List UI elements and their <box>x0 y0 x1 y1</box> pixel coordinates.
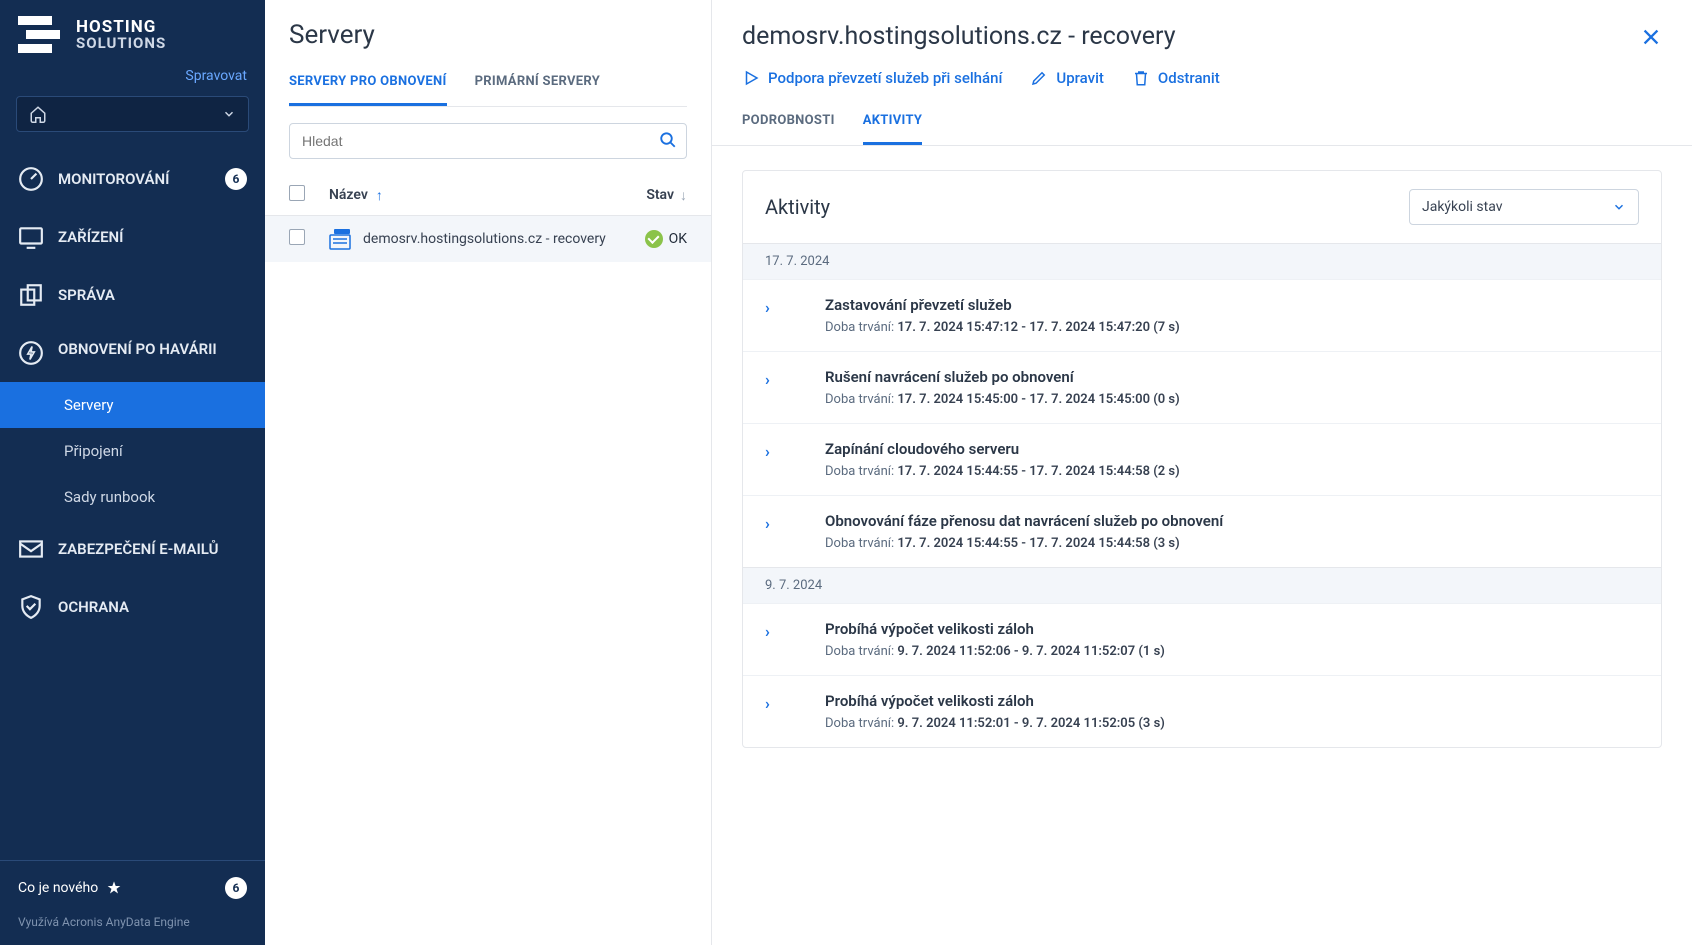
nav-label: MONITOROVÁNÍ <box>58 170 169 188</box>
tab-details[interactable]: PODROBNOSTI <box>742 101 835 145</box>
search-input[interactable] <box>289 123 687 159</box>
activity-row[interactable]: › Zastavování převzetí služeb Doba trvání:… <box>743 279 1661 351</box>
chevron-down-icon <box>1612 200 1626 214</box>
chevron-right-icon[interactable]: › <box>765 512 777 533</box>
activity-title: Probíhá výpočet velikosti záloh <box>825 620 1639 638</box>
nav-admin[interactable]: SPRÁVA <box>0 266 265 324</box>
checkbox-all[interactable] <box>289 185 305 201</box>
activity-row[interactable]: › Rušení navrácení služeb po obnovení Doba… <box>743 351 1661 423</box>
activity-duration: Doba trvání: 17. 7. 2024 15:44:55 - 17. … <box>825 464 1639 479</box>
detail-panel: demosrv.hostingsolutions.cz - recovery P… <box>712 0 1692 945</box>
card-title: Aktivity <box>765 195 830 219</box>
nav-label: OCHRANA <box>58 598 129 616</box>
whats-new-label: Co je nového <box>18 880 98 896</box>
nav-label: ZABEZPEČENÍ E-MAILŮ <box>58 540 218 558</box>
tab-primary-servers[interactable]: PRIMÁRNÍ SERVERY <box>475 74 600 106</box>
edit-button[interactable]: Upravit <box>1030 69 1104 87</box>
activity-title: Obnovování fáze přenosu dat navrácení sl… <box>825 512 1639 530</box>
activity-row[interactable]: › Obnovování fáze přenosu dat navrácení s… <box>743 495 1661 567</box>
nav-sub-runbooks[interactable]: Sady runbook <box>0 474 265 520</box>
chevron-right-icon[interactable]: › <box>765 620 777 641</box>
table-header: Název ↑ Stav ↓ <box>265 175 711 216</box>
chevron-right-icon[interactable]: › <box>765 692 777 713</box>
nav-label: SPRÁVA <box>58 286 115 304</box>
nav-email-security[interactable]: ZABEZPEČENÍ E-MAILŮ <box>0 520 265 578</box>
server-icon <box>329 228 353 250</box>
organization-select[interactable] <box>16 96 249 132</box>
sort-asc-icon: ↑ <box>376 187 383 204</box>
manage-link[interactable]: Spravovat <box>18 64 247 96</box>
whats-new[interactable]: Co je nového 6 <box>0 861 265 915</box>
gauge-icon <box>18 166 44 192</box>
activity-title: Rušení navrácení služeb po obnovení <box>825 368 1639 386</box>
table-row[interactable]: demosrv.hostingsolutions.cz - recovery O… <box>265 216 711 262</box>
activities-card: Aktivity Jakýkoli stav 17. 7. 2024 › Zasta… <box>742 170 1662 748</box>
star-icon <box>106 880 122 896</box>
nav-sub-connection[interactable]: Připojení <box>0 428 265 474</box>
activity-row[interactable]: › Zapínání cloudového serveru Doba trvání:… <box>743 423 1661 495</box>
nav-badge: 6 <box>225 168 247 190</box>
server-list-panel: Servery SERVERY PRO OBNOVENÍ PRIMÁRNÍ SE… <box>265 0 712 945</box>
mail-icon <box>18 536 44 562</box>
status-ok-icon <box>645 230 663 248</box>
close-icon[interactable] <box>1640 26 1662 48</box>
sort-desc-icon: ↓ <box>680 187 687 204</box>
sidebar: HOSTING SOLUTIONS Spravovat MONITOROVÁNÍ… <box>0 0 265 945</box>
activity-duration: Doba trvání: 9. 7. 2024 11:52:06 - 9. 7.… <box>825 644 1639 659</box>
chevron-right-icon[interactable]: › <box>765 368 777 389</box>
activity-duration: Doba trvání: 9. 7. 2024 11:52:01 - 9. 7.… <box>825 716 1639 731</box>
brand-line2: SOLUTIONS <box>76 36 166 51</box>
bolt-icon <box>18 340 44 366</box>
page-title: Servery <box>289 20 687 50</box>
nav-devices[interactable]: ZAŘÍZENÍ <box>0 208 265 266</box>
chevron-down-icon <box>222 107 236 121</box>
nav-disaster-recovery[interactable]: OBNOVENÍ PO HAVÁRII <box>0 324 265 382</box>
row-state: OK <box>669 231 687 247</box>
activity-title: Zastavování převzetí služeb <box>825 296 1639 314</box>
activity-title: Zapínání cloudového serveru <box>825 440 1639 458</box>
activity-duration: Doba trvání: 17. 7. 2024 15:44:55 - 17. … <box>825 536 1639 551</box>
activity-title: Probíhá výpočet velikosti záloh <box>825 692 1639 710</box>
nav-protection[interactable]: OCHRANA <box>0 578 265 636</box>
logo-icon <box>18 16 66 54</box>
home-icon <box>29 105 47 123</box>
nav-label: ZAŘÍZENÍ <box>58 228 124 246</box>
col-name[interactable]: Název ↑ <box>329 187 617 204</box>
pencil-icon <box>1030 69 1048 87</box>
failover-test-button[interactable]: Podpora převzetí služeb při selhání <box>742 69 1002 87</box>
shield-icon <box>18 594 44 620</box>
date-group: 9. 7. 2024 <box>743 567 1661 603</box>
chevron-right-icon[interactable]: › <box>765 440 777 461</box>
whats-new-badge: 6 <box>225 877 247 899</box>
copy-icon <box>18 282 44 308</box>
activity-row[interactable]: › Probíhá výpočet velikosti záloh Doba trv… <box>743 603 1661 675</box>
tab-recovery-servers[interactable]: SERVERY PRO OBNOVENÍ <box>289 74 447 106</box>
date-group: 17. 7. 2024 <box>743 243 1661 279</box>
chevron-right-icon[interactable]: › <box>765 296 777 317</box>
powered-by: Využívá Acronis AnyData Engine <box>0 915 265 945</box>
logo: HOSTING SOLUTIONS <box>18 16 247 54</box>
search-icon[interactable] <box>659 131 677 153</box>
nav-label: OBNOVENÍ PO HAVÁRII <box>58 340 217 358</box>
detail-title: demosrv.hostingsolutions.cz - recovery <box>742 22 1176 51</box>
state-filter-select[interactable]: Jakýkoli stav <box>1409 189 1639 225</box>
play-icon <box>742 69 760 87</box>
checkbox-row[interactable] <box>289 229 305 245</box>
tab-activities[interactable]: AKTIVITY <box>863 101 923 145</box>
col-state[interactable]: Stav ↓ <box>617 187 687 204</box>
monitor-icon <box>18 224 44 250</box>
row-name: demosrv.hostingsolutions.cz - recovery <box>363 231 606 247</box>
nav-monitoring[interactable]: MONITOROVÁNÍ 6 <box>0 150 265 208</box>
activity-duration: Doba trvání: 17. 7. 2024 15:45:00 - 17. … <box>825 392 1639 407</box>
delete-button[interactable]: Odstranit <box>1132 69 1220 87</box>
activity-duration: Doba trvání: 17. 7. 2024 15:47:12 - 17. … <box>825 320 1639 335</box>
activity-row[interactable]: › Probíhá výpočet velikosti záloh Doba trv… <box>743 675 1661 747</box>
nav-sub-servers[interactable]: Servery <box>0 382 265 428</box>
trash-icon <box>1132 69 1150 87</box>
